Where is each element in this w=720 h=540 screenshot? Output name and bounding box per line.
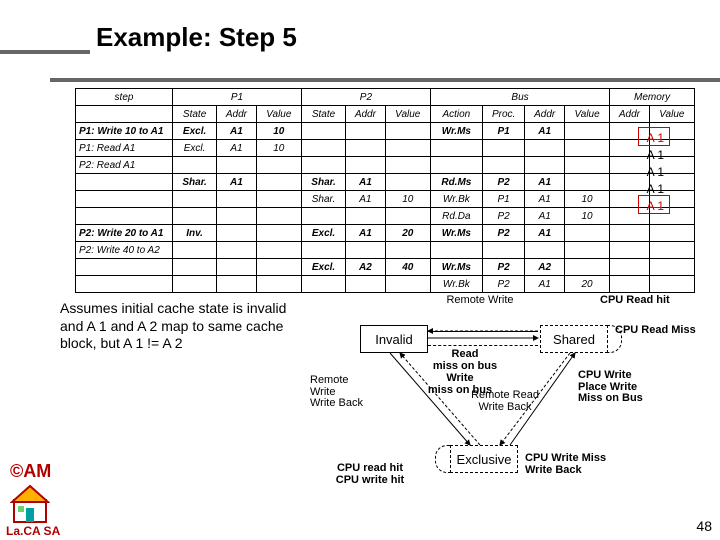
title-rule-left [0,50,90,54]
state-diagram: Invalid Shared Exclusive Remote Write CP… [300,295,700,505]
slide-title: Example: Step 5 [90,22,303,53]
trace-table: step P1 P2 Bus Memory StateAddrValue Sta… [75,88,695,293]
title-rule-right [50,78,720,82]
diagram-arrows [300,295,700,505]
lacasa-text: La.CA SA [6,524,60,538]
page-number: 48 [696,518,712,534]
lacasa-logo-icon [10,484,50,524]
assumption-text: Assumes initial cache state is invalid a… [60,300,290,353]
mem-addr-annotation: A 1 A 1 A 1 A 1 A 1 [647,130,664,215]
copyright-am: ©AM [10,461,51,482]
title-area: Example: Step 5 [0,20,720,54]
